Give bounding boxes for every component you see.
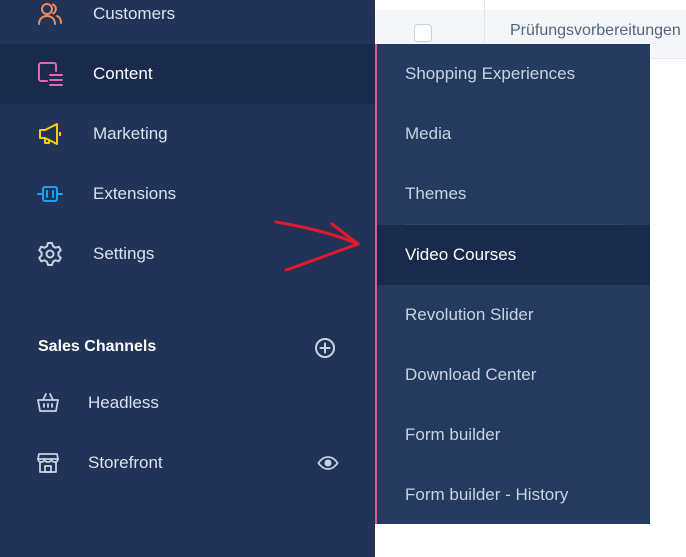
submenu-item-media[interactable]: Media [377,104,650,164]
storefront-icon [36,451,60,475]
row-checkbox[interactable] [414,24,432,42]
submenu-item-label: Shopping Experiences [405,64,576,83]
sales-channel-label: Storefront [88,453,163,472]
submenu-item-shopping-experiences[interactable]: Shopping Experiences [377,44,650,104]
sales-channels-title: Sales Channels [38,338,157,355]
submenu-item-form-builder[interactable]: Form builder [377,405,650,465]
submenu-item-revolution-slider[interactable]: Revolution Slider [377,285,650,345]
add-circle-icon[interactable] [314,337,336,359]
content-icon [37,61,63,87]
annotation-arrow-icon [274,220,360,272]
sales-channel-storefront[interactable]: Storefront [0,438,375,488]
submenu-item-download-center[interactable]: Download Center [377,345,650,405]
submenu-item-label: Form builder [405,425,501,444]
sidebar-item-label: Marketing [93,124,168,143]
sales-channel-headless[interactable]: Headless [0,378,375,428]
submenu-item-themes[interactable]: Themes [377,164,650,224]
sidebar-item-label: Settings [93,244,155,263]
sidebar-item-label: Customers [93,4,176,23]
content-submenu: Shopping Experiences Media Themes Video … [375,44,650,524]
sidebar-item-content[interactable]: Content [0,44,375,104]
submenu-item-label: Form builder - History [405,485,569,504]
submenu-item-label: Themes [405,184,467,203]
sidebar-item-label: Content [93,64,153,83]
basket-icon [36,391,60,415]
submenu-item-label: Video Courses [405,245,517,264]
submenu-item-label: Revolution Slider [405,305,534,324]
gear-icon [37,241,63,267]
eye-icon[interactable] [316,451,340,475]
table-cell-name: Prüfungsvorbereitungen [510,22,681,39]
submenu-item-form-builder-history[interactable]: Form builder - History [377,465,650,525]
submenu-item-label: Media [405,124,452,143]
sidebar-item-marketing[interactable]: Marketing [0,104,375,164]
plug-icon [37,181,63,207]
sidebar-item-customers[interactable]: Customers [0,0,375,44]
customers-icon [37,1,63,27]
megaphone-icon [37,121,63,147]
sidebar-item-label: Extensions [93,184,177,203]
sales-channel-label: Headless [88,393,159,412]
submenu-item-label: Download Center [405,365,537,384]
submenu-item-video-courses[interactable]: Video Courses [377,225,650,285]
